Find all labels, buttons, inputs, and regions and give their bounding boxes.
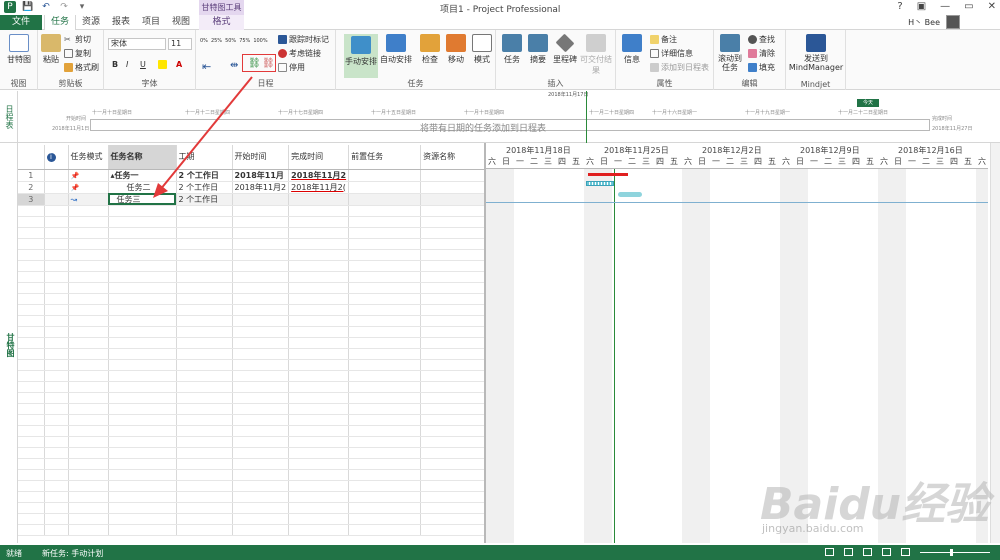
task-usage-icon[interactable] <box>844 548 853 556</box>
zoom-slider[interactable] <box>920 548 990 556</box>
status-new-task-mode[interactable]: 新任务: 手动计划 <box>42 548 103 559</box>
status-view-controls <box>825 548 990 556</box>
status-ready: 就绪 <box>6 549 22 558</box>
team-planner-icon[interactable] <box>863 548 872 556</box>
gantt-view-icon[interactable] <box>825 548 834 556</box>
report-icon[interactable] <box>901 548 910 556</box>
resource-sheet-icon[interactable] <box>882 548 891 556</box>
baidu-watermark-url: jingyan.baidu.com <box>762 522 864 535</box>
status-bar: 就绪 新任务: 手动计划 <box>0 545 1000 560</box>
